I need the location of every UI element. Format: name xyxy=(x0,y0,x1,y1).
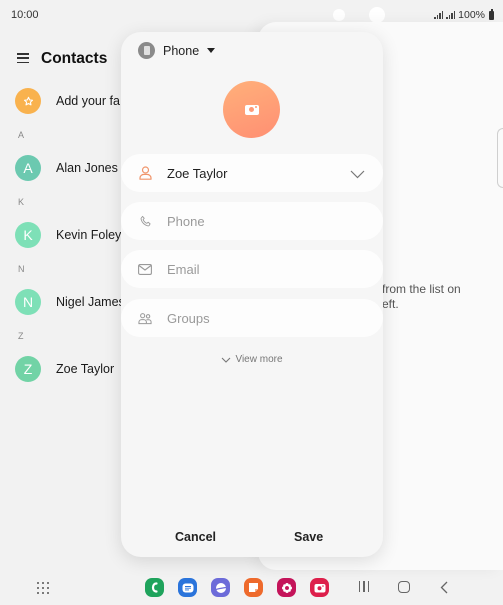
chevron-down-icon xyxy=(222,357,231,363)
status-indicators: 100% xyxy=(434,9,494,21)
notes-app-icon[interactable] xyxy=(244,578,263,597)
save-button[interactable]: Save xyxy=(294,530,323,544)
storage-label: Phone xyxy=(163,43,200,58)
expand-name-chevron-icon[interactable] xyxy=(350,166,365,184)
camera-app-icon[interactable] xyxy=(310,578,329,597)
contact-list-item[interactable]: Zoe Taylor xyxy=(56,362,114,376)
phone-icon xyxy=(138,214,152,228)
add-favorites-item[interactable]: Add your fa xyxy=(56,94,120,108)
battery-percent: 100% xyxy=(458,9,485,21)
email-placeholder: Email xyxy=(167,261,200,277)
contact-avatar: A xyxy=(15,155,41,181)
signal-icon xyxy=(434,11,444,19)
status-time: 10:00 xyxy=(11,9,39,21)
messages-app-icon[interactable] xyxy=(178,578,197,597)
view-more-button[interactable]: View more xyxy=(121,354,383,365)
recents-button[interactable] xyxy=(359,581,369,592)
name-value: Zoe Taylor xyxy=(167,165,228,181)
signal-icon xyxy=(446,11,456,19)
section-letter: A xyxy=(18,130,25,140)
groups-icon xyxy=(138,311,152,325)
camera-cutout xyxy=(369,7,385,23)
groups-placeholder: Groups xyxy=(167,310,210,326)
section-letter: Z xyxy=(18,331,24,341)
name-field[interactable]: Zoe Taylor xyxy=(121,154,383,192)
internet-app-icon[interactable] xyxy=(211,578,230,597)
phone-app-icon[interactable] xyxy=(145,578,164,597)
email-icon xyxy=(138,262,152,276)
storage-location-selector[interactable]: Phone xyxy=(138,42,216,59)
phone-field[interactable]: Phone xyxy=(121,202,383,240)
home-button[interactable] xyxy=(398,581,410,593)
contact-list-item[interactable]: Nigel James xyxy=(56,295,125,309)
camera-icon xyxy=(244,104,259,115)
section-letter: K xyxy=(18,197,25,207)
favorites-star-icon[interactable] xyxy=(15,88,41,114)
dropdown-caret-icon xyxy=(207,48,216,53)
camera-cutout xyxy=(333,9,345,21)
cancel-button[interactable]: Cancel xyxy=(175,530,216,544)
back-button[interactable] xyxy=(440,581,448,599)
section-letter: N xyxy=(18,264,25,274)
contact-avatar: K xyxy=(15,222,41,248)
battery-icon xyxy=(489,9,494,20)
apps-grid-icon[interactable] xyxy=(37,582,49,594)
contact-avatar: Z xyxy=(15,356,41,382)
contact-list-item[interactable]: Kevin Foley xyxy=(56,228,121,242)
phone-placeholder: Phone xyxy=(167,213,205,229)
menu-icon[interactable] xyxy=(17,53,29,63)
view-more-label: View more xyxy=(235,354,283,365)
edit-contact-sheet: Phone Zoe Taylor Phone Email Groups View… xyxy=(121,32,383,557)
add-photo-button[interactable] xyxy=(223,81,280,138)
panel-handle[interactable] xyxy=(497,128,503,188)
navigation-bar xyxy=(0,570,503,605)
email-field[interactable]: Email xyxy=(121,250,383,288)
contact-avatar: N xyxy=(15,289,41,315)
groups-field[interactable]: Groups xyxy=(121,299,383,337)
person-icon xyxy=(138,166,152,180)
contact-list-item[interactable]: Alan Jones xyxy=(56,161,118,175)
phone-storage-icon xyxy=(138,42,155,59)
detail-hint-text: from the list on eft. xyxy=(382,282,497,312)
hint-line: eft. xyxy=(382,297,399,311)
hint-line: from the list on xyxy=(382,282,461,296)
page-title: Contacts xyxy=(41,50,108,67)
gallery-app-icon[interactable] xyxy=(277,578,296,597)
